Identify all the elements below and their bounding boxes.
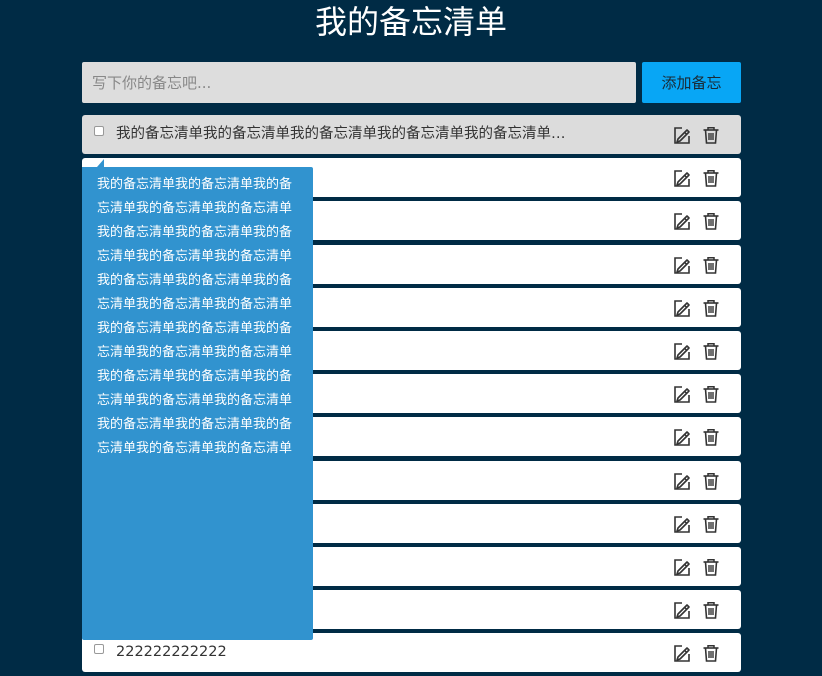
trash-icon[interactable] [701, 600, 721, 620]
edit-icon[interactable] [672, 557, 692, 577]
edit-icon[interactable] [672, 643, 692, 663]
memo-checkbox[interactable] [94, 644, 104, 655]
add-memo-form: 添加备忘 [82, 62, 741, 103]
edit-icon[interactable] [672, 168, 692, 188]
edit-icon[interactable] [672, 298, 692, 318]
edit-icon[interactable] [672, 471, 692, 491]
edit-icon[interactable] [672, 384, 692, 404]
trash-icon[interactable] [701, 255, 721, 275]
memo-item[interactable]: 我的备忘清单我的备忘清单我的备忘清单我的备忘清单我的备忘清单… [82, 115, 741, 154]
add-memo-button[interactable]: 添加备忘 [642, 62, 741, 103]
page-title: 我的备忘清单 [314, 3, 507, 41]
edit-icon[interactable] [672, 255, 692, 275]
trash-icon[interactable] [701, 557, 721, 577]
memo-tooltip: 我的备忘清单我的备忘清单我的备忘清单我的备忘清单我的备忘清单我的备忘清单我的备忘… [82, 167, 313, 640]
edit-icon[interactable] [672, 211, 692, 231]
memo-checkbox[interactable] [94, 126, 104, 136]
edit-icon[interactable] [672, 341, 692, 361]
memo-text: 222222222222 [116, 644, 227, 661]
trash-icon[interactable] [701, 125, 721, 145]
edit-icon[interactable] [672, 514, 692, 534]
trash-icon[interactable] [701, 341, 721, 361]
tooltip-arrow [97, 159, 104, 167]
trash-icon[interactable] [701, 168, 721, 188]
trash-icon[interactable] [701, 514, 721, 534]
memo-text: 我的备忘清单我的备忘清单我的备忘清单我的备忘清单我的备忘清单… [116, 126, 566, 142]
trash-icon[interactable] [701, 298, 721, 318]
trash-icon[interactable] [701, 643, 721, 663]
trash-icon[interactable] [701, 384, 721, 404]
edit-icon[interactable] [672, 125, 692, 145]
trash-icon[interactable] [701, 211, 721, 231]
edit-icon[interactable] [672, 600, 692, 620]
edit-icon[interactable] [672, 427, 692, 447]
trash-icon[interactable] [701, 471, 721, 491]
trash-icon[interactable] [701, 427, 721, 447]
memo-input[interactable] [82, 62, 636, 103]
